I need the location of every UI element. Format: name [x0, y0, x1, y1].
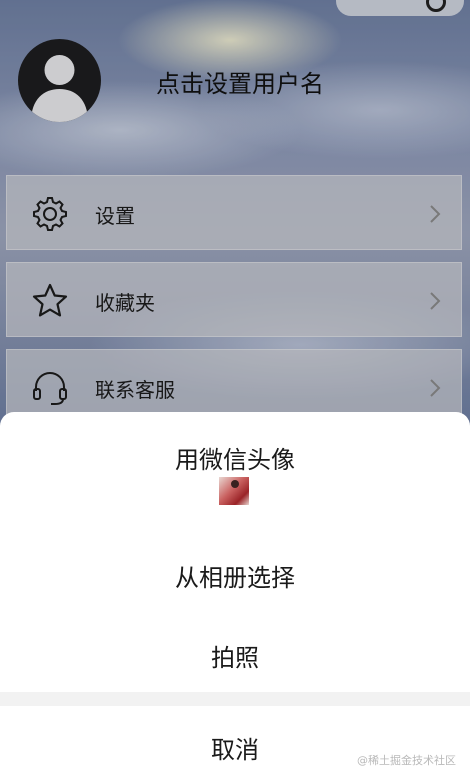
choose-from-album-option[interactable]: 从相册选择: [0, 558, 470, 593]
watermark: @稀土掘金技术社区: [357, 754, 456, 767]
wechat-avatar-thumbnail[interactable]: [219, 477, 249, 505]
use-wechat-avatar-option[interactable]: 用微信头像: [0, 440, 470, 475]
sheet-divider: [0, 692, 470, 706]
action-sheet: 用微信头像 从相册选择 拍照 取消 @稀土掘金技术社区: [0, 412, 470, 782]
take-photo-option[interactable]: 拍照: [0, 638, 470, 673]
